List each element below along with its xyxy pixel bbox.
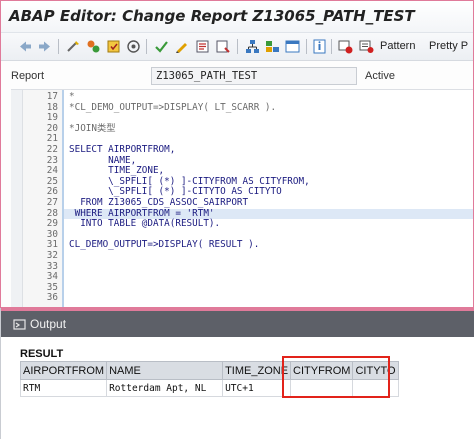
editor-toolbar: Pattern Pretty P [1, 33, 473, 61]
table-cell [290, 379, 354, 397]
change-display-icon[interactable] [85, 38, 102, 55]
toolbar-separator [306, 39, 307, 54]
output-window: Output RESULT AIRPORTFROM NAME TIME_ZONE CI… [0, 308, 474, 439]
line-number-gutter: 17 18 19 20 21 22 23 24 25 26 27 28 29 30 31 32 33 34 35 36 [23, 90, 63, 307]
toolbar-separator [58, 39, 59, 54]
report-label: Report [11, 70, 45, 82]
result-header-row: AIRPORTFROM NAME TIME_ZONE CITYFROM CITYTO [19, 361, 399, 380]
code-line[interactable]: INTO TABLE @DATA(RESULT). [63, 219, 473, 230]
navigation-window-icon[interactable] [284, 38, 301, 55]
activate-icon[interactable] [153, 38, 170, 55]
where-used-icon[interactable] [264, 38, 281, 55]
check-icon[interactable] [125, 38, 142, 55]
code-line[interactable]: FROM Z13065_CDS_ASSOC_SAIRPORT [63, 197, 473, 209]
result-body: RTM Rotterdam Apt, NL UTC+1 [19, 379, 399, 397]
abap-editor-window: ABAP Editor: Change Report Z13065_PATH_T… [0, 0, 474, 308]
report-name-field[interactable]: Z13065_PATH_TEST [151, 67, 357, 85]
code-line[interactable]: *CL_DEMO_OUTPUT=>DISPLAY( LT_SCARR ). [63, 102, 473, 114]
window-title: ABAP Editor: Change Report Z13065_PATH_T… [9, 7, 415, 25]
code-editor[interactable]: 17 18 19 20 21 22 23 24 25 26 27 28 29 30 31 32 33 34 35 36… [11, 89, 473, 307]
result-label: RESULT [20, 348, 64, 360]
code-area[interactable]: * *CL_DEMO_OUTPUT=>DISPLAY( LT_SCARR ). *J… [63, 90, 473, 307]
column-header-time-zone[interactable]: TIME_ZONE [222, 361, 292, 380]
display-object-list-icon[interactable] [194, 38, 211, 55]
line-number: 27 [46, 197, 58, 208]
column-header-airportfrom[interactable]: AIRPORTFROM [19, 361, 108, 380]
line-number: 17 [46, 91, 58, 102]
code-line[interactable] [63, 113, 473, 124]
code-line[interactable]: CL_DEMO_OUTPUT=>DISPLAY( RESULT ). [63, 240, 473, 251]
report-status: Active [365, 70, 395, 82]
table-cell: RTM [19, 379, 108, 397]
code-line[interactable]: SELECT AIRPORTFROM, [63, 144, 473, 156]
code-line[interactable] [63, 293, 473, 304]
back-arrow-icon[interactable] [17, 38, 34, 55]
column-header-name[interactable]: NAME [106, 361, 224, 380]
set-breakpoint-icon[interactable] [214, 38, 231, 55]
code-line[interactable] [63, 262, 473, 273]
report-row: Report Z13065_PATH_TEST Active [1, 67, 473, 85]
line-number: 22 [46, 144, 58, 155]
hierarchy-icon[interactable] [244, 38, 261, 55]
pattern-button[interactable]: Pattern [380, 40, 415, 52]
code-left-border [63, 90, 64, 307]
table-cell [352, 379, 399, 397]
pretty-printer-button[interactable]: Pretty P [429, 40, 468, 52]
title-bar: ABAP Editor: Change Report Z13065_PATH_T… [1, 1, 473, 33]
output-window-icon [13, 319, 26, 330]
table-cell: Rotterdam Apt, NL [106, 379, 224, 397]
table-cell: UTC+1 [222, 379, 292, 397]
line-number: 32 [46, 250, 58, 261]
output-title: Output [30, 317, 67, 331]
pretty-printer-icon[interactable] [358, 38, 375, 55]
result-table: AIRPORTFROM NAME TIME_ZONE CITYFROM CITYTO R… [19, 361, 399, 397]
column-header-cityfrom[interactable]: CITYFROM [290, 361, 354, 380]
code-line[interactable] [63, 251, 473, 262]
help-info-icon[interactable] [311, 38, 328, 55]
code-line[interactable]: *JOIN类型 [63, 123, 473, 135]
code-line[interactable] [63, 272, 473, 283]
toolbar-separator [237, 39, 238, 54]
line-number: 36 [46, 292, 58, 304]
edit-pencil-icon[interactable] [173, 38, 190, 55]
code-line[interactable]: * [63, 91, 473, 103]
toolbar-separator [331, 39, 332, 54]
editor-left-margin [11, 90, 23, 307]
output-header: Output [1, 308, 474, 337]
forward-arrow-icon[interactable] [36, 38, 53, 55]
code-line[interactable] [63, 283, 473, 294]
pattern-icon[interactable] [337, 38, 354, 55]
toolbar-separator [146, 39, 147, 54]
other-object-icon[interactable] [65, 38, 82, 55]
active-inactive-icon[interactable] [105, 38, 122, 55]
table-row[interactable]: RTM Rotterdam Apt, NL UTC+1 [19, 379, 399, 397]
column-header-cityto[interactable]: CITYTO [352, 361, 399, 380]
